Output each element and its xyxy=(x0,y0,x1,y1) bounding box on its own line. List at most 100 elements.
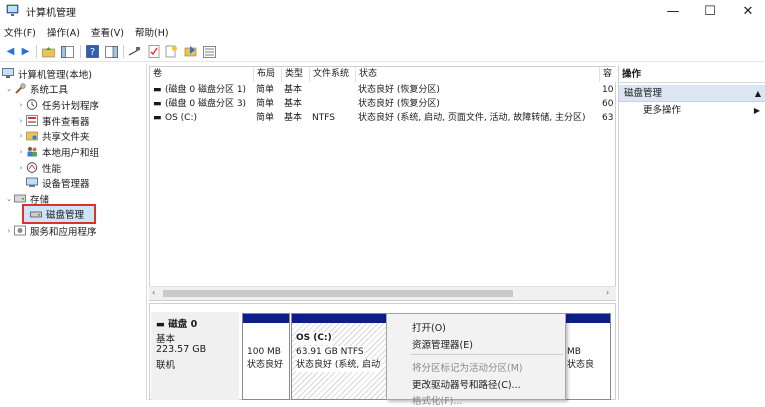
tree-item-shared-folders[interactable]: › 共享文件夹 xyxy=(16,128,90,143)
partition-bar xyxy=(292,314,386,323)
actions-more-actions[interactable]: 更多操作 ▶ xyxy=(619,103,765,119)
column-header-layout[interactable]: 布局 xyxy=(254,67,282,82)
partition-bar xyxy=(563,314,610,323)
chevron-right-icon[interactable]: › xyxy=(16,164,26,172)
horizontal-scrollbar[interactable]: ‹ › xyxy=(149,286,616,300)
back-arrow-icon[interactable]: ◀ xyxy=(3,44,18,59)
table-row[interactable]: ▬ OS (C:) 简单 基本 NTFS 状态良好 (系统, 启动, 页面文件,… xyxy=(150,111,617,125)
scroll-right-icon[interactable]: › xyxy=(606,288,609,297)
computer-icon xyxy=(2,68,14,79)
maximize-button[interactable]: ☐ xyxy=(693,0,727,22)
volume-filesystem xyxy=(312,97,356,111)
menu-item-explore[interactable]: 资源管理器(E) xyxy=(412,337,473,351)
chevron-down-icon[interactable]: ⌄ xyxy=(4,85,14,93)
tree-item-root[interactable]: 计算机管理(本地) xyxy=(2,66,92,81)
scroll-left-icon[interactable]: ‹ xyxy=(152,288,155,297)
storage-icon xyxy=(14,193,26,204)
chevron-right-icon[interactable]: › xyxy=(16,148,26,156)
volume-icon: ▬ xyxy=(153,113,162,123)
chevron-right-icon[interactable]: › xyxy=(16,132,26,140)
scrollbar-thumb[interactable] xyxy=(163,290,513,297)
partition-status: 状态良 xyxy=(567,360,595,370)
volume-name: (磁盘 0 磁盘分区 3) xyxy=(165,99,247,109)
column-header-status[interactable]: 状态 xyxy=(356,67,600,82)
menu-action[interactable]: 操作(A) xyxy=(47,25,80,39)
menu-help[interactable]: 帮助(H) xyxy=(135,25,169,39)
partition-os-c[interactable]: OS (C:) 63.91 GB NTFS 状态良好 (系统, 启动 xyxy=(291,313,387,400)
disk-icon xyxy=(30,209,42,220)
tree-item-device-manager[interactable]: 设备管理器 xyxy=(16,175,90,190)
tree-label: 任务计划程序 xyxy=(42,100,100,112)
title-bar: 计算机管理 — ☐ ✕ xyxy=(0,0,765,22)
toolbar: ◀ ▶ ? xyxy=(0,42,765,62)
partition-size: 100 MB xyxy=(247,347,281,357)
volume-capacity: 10 xyxy=(602,85,614,95)
connect-icon[interactable] xyxy=(127,44,142,59)
tree-label: 共享文件夹 xyxy=(42,131,90,143)
partition-size: MB xyxy=(567,347,581,357)
tree-label: 计算机管理(本地) xyxy=(18,69,92,81)
disk-size: 223.57 GB xyxy=(156,344,207,355)
export-icon[interactable] xyxy=(183,44,198,59)
column-header-filesystem[interactable]: 文件系统 xyxy=(310,67,356,82)
partition-status: 状态良好 xyxy=(247,360,284,370)
tree-item-system-tools[interactable]: ⌄ 系统工具 xyxy=(4,81,68,96)
tree-label: 事件查看器 xyxy=(42,116,90,128)
menu-separator xyxy=(411,354,563,355)
column-header-type[interactable]: 类型 xyxy=(282,67,310,82)
column-header-volume[interactable]: 卷 xyxy=(150,67,254,82)
show-hide-tree-icon[interactable] xyxy=(60,44,75,59)
tree-item-storage[interactable]: ⌄ 存储 xyxy=(4,191,49,206)
tree-label: 设备管理器 xyxy=(42,178,90,190)
partition-1[interactable]: 100 MB 状态良好 xyxy=(242,313,290,400)
close-button[interactable]: ✕ xyxy=(731,0,765,22)
actions-section-disk-management[interactable]: 磁盘管理 ▲ xyxy=(619,85,765,102)
actions-header: 操作 xyxy=(619,66,765,83)
partition-status: 状态良好 (系统, 启动 xyxy=(296,359,381,372)
tree-item-services-apps[interactable]: › 服务和应用程序 xyxy=(4,223,97,238)
forward-arrow-icon[interactable]: ▶ xyxy=(18,44,33,59)
chevron-down-icon[interactable]: ⌄ xyxy=(4,195,14,203)
tree-item-event-viewer[interactable]: › 事件查看器 xyxy=(16,113,90,128)
disk-info-panel[interactable]: ▬ 磁盘 0 基本 223.57 GB 联机 xyxy=(151,312,239,400)
menu-view[interactable]: 查看(V) xyxy=(91,25,124,39)
event-viewer-icon xyxy=(26,115,38,126)
minimize-button[interactable]: — xyxy=(656,0,690,22)
tree-item-performance[interactable]: › 性能 xyxy=(16,160,61,175)
console-tree: 计算机管理(本地) ⌄ 系统工具 › 任务计划程序 › 事件查看器 › 共享文件… xyxy=(0,64,147,400)
new-folder-icon[interactable] xyxy=(164,44,179,59)
table-row[interactable]: ▬ (磁盘 0 磁盘分区 3) 简单 基本 状态良好 (恢复分区) 60 xyxy=(150,97,617,111)
list-view-icon[interactable] xyxy=(202,44,217,59)
shared-folder-icon xyxy=(26,130,38,141)
disk-type: 基本 xyxy=(156,334,176,345)
tree-label: 磁盘管理 xyxy=(46,210,85,221)
menu-item-open[interactable]: 打开(O) xyxy=(412,320,446,334)
toolbar-separator xyxy=(123,45,124,58)
up-folder-icon[interactable] xyxy=(41,44,56,59)
tree-item-local-users[interactable]: › 本地用户和组 xyxy=(16,144,99,159)
properties-pane-icon[interactable] xyxy=(104,44,119,59)
volume-icon: ▬ xyxy=(153,85,162,95)
volume-capacity: 63 xyxy=(602,113,614,123)
help-icon[interactable]: ? xyxy=(85,44,100,59)
menu-item-format: 格式化(F)... xyxy=(412,396,463,407)
menu-bar: 文件(F) 操作(A) 查看(V) 帮助(H) xyxy=(0,23,765,41)
tree-item-task-scheduler[interactable]: › 任务计划程序 xyxy=(16,97,99,112)
tree-label: 服务和应用程序 xyxy=(30,226,97,238)
tree-item-disk-management[interactable]: 磁盘管理 xyxy=(22,204,96,224)
chevron-right-icon[interactable]: › xyxy=(16,101,26,109)
menu-item-change-drive-letter[interactable]: 更改驱动器号和路径(C)... xyxy=(412,377,521,391)
chevron-right-icon[interactable]: › xyxy=(4,227,14,235)
menu-item-mark-active: 将分区标记为活动分区(M) xyxy=(412,363,523,374)
collapse-up-icon[interactable]: ▲ xyxy=(755,85,761,102)
table-row[interactable]: ▬ (磁盘 0 磁盘分区 1) 简单 基本 状态良好 (恢复分区) 10 xyxy=(150,83,617,97)
menu-file[interactable]: 文件(F) xyxy=(4,25,36,39)
svg-text:?: ? xyxy=(90,47,95,58)
window-title: 计算机管理 xyxy=(26,8,76,19)
chevron-right-icon[interactable]: › xyxy=(16,117,26,125)
partition-last[interactable]: MB 状态良 xyxy=(562,313,611,400)
checklist-icon[interactable] xyxy=(146,44,161,59)
column-header-capacity[interactable]: 容 xyxy=(600,67,617,82)
device-manager-icon xyxy=(26,177,38,188)
actions-pane: 操作 磁盘管理 ▲ 更多操作 ▶ xyxy=(618,66,765,400)
